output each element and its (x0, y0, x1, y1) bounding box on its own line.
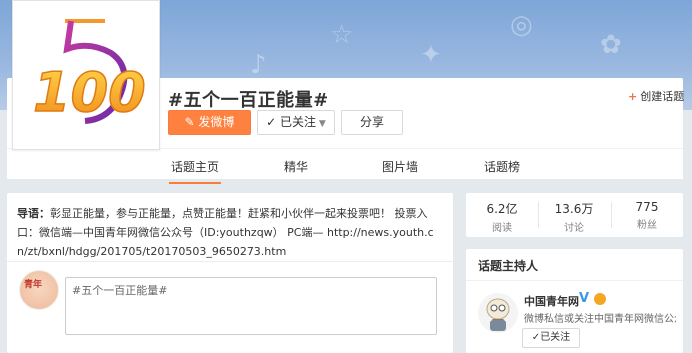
stat-value: 6.2亿 (486, 202, 518, 216)
tab-photo-wall[interactable]: 图片墙 (382, 158, 418, 175)
intro-body: 彰显正能量，参与正能量，点赞正能量！赶紧和小伙伴一起来投票吧！ 投票入口：微信端… (17, 207, 434, 258)
stat-discussions: 13.6万 讨论 (538, 200, 610, 234)
share-button[interactable]: 分享 (341, 110, 403, 135)
avatar[interactable]: 青年 (19, 270, 59, 310)
host-section-title: 话题主持人 (478, 259, 539, 273)
banner-decoration-icon: ✿ (600, 30, 622, 60)
tab-topic-ranking[interactable]: 话题榜 (484, 158, 520, 175)
divider (466, 280, 683, 281)
host-avatar[interactable] (478, 293, 518, 333)
stat-fans: 775 粉丝 (611, 200, 683, 231)
host-follow-button[interactable]: ✓已关注 (522, 328, 580, 348)
host-follow-label: 已关注 (540, 332, 571, 343)
post-button-label: 发微博 (198, 115, 235, 129)
topic-tabs: 话题主页 精华 图片墙 话题榜 (7, 148, 683, 184)
checkmark-icon: ✓ (266, 115, 281, 129)
intro-card: 导语：彰显正能量，参与正能量，点赞正能量！赶紧和小伙伴一起来投票吧！ 投票入口：… (7, 193, 453, 353)
stat-label: 阅读 (492, 223, 512, 234)
post-button[interactable]: ✎ 发微博 (168, 110, 251, 135)
host-description: 微博私信或关注中国青年网微信公众... (524, 314, 676, 325)
avatar-image-text: 青年 (24, 280, 43, 290)
banner-decoration-icon: ♪ (250, 50, 267, 80)
follow-button[interactable]: ✓ 已关注 ▼ (257, 110, 335, 135)
banner-decoration-icon: ✦ (420, 40, 442, 70)
tab-home[interactable]: 话题主页 (168, 158, 222, 184)
verified-icon: V (579, 291, 590, 306)
banner-decoration-icon: ☆ (330, 20, 354, 50)
create-topic-link[interactable]: + 创建话题 (628, 88, 684, 104)
follow-button-label: 已关注 (280, 115, 317, 129)
compose-textarea[interactable]: #五个一百正能量# (65, 277, 437, 335)
member-badge-icon (594, 293, 606, 305)
topic-logo: 100 (12, 0, 160, 150)
topic-host-card: 话题主持人 中国青年网 V 微博私信或关注中国青年网微信公众... ✓已关注 (466, 249, 683, 353)
divider (7, 261, 453, 262)
checkmark-icon: ✓ (531, 332, 541, 343)
topic-stats: 6.2亿 阅读 13.6万 讨论 775 粉丝 (466, 193, 683, 237)
chevron-down-icon: ▼ (316, 119, 326, 129)
svg-text:100: 100 (33, 61, 146, 124)
stat-reads: 6.2亿 阅读 (466, 200, 538, 234)
intro-prefix: 导语： (17, 207, 50, 220)
edit-icon: ✎ (184, 115, 199, 129)
stat-value: 775 (635, 200, 659, 214)
stat-label: 粉丝 (637, 220, 657, 231)
create-topic-label: 创建话题 (640, 90, 685, 103)
stat-label: 讨论 (564, 223, 584, 234)
topic-title: #五个一百正能量# (168, 90, 329, 111)
host-name[interactable]: 中国青年网 (524, 293, 579, 309)
banner-decoration-icon: ◎ (510, 10, 533, 40)
intro-text: 导语：彰显正能量，参与正能量，点赞正能量！赶紧和小伙伴一起来投票吧！ 投票入口：… (17, 204, 443, 261)
plus-icon: + (628, 90, 638, 103)
stat-value: 13.6万 (554, 202, 594, 216)
tab-featured[interactable]: 精华 (284, 158, 308, 175)
